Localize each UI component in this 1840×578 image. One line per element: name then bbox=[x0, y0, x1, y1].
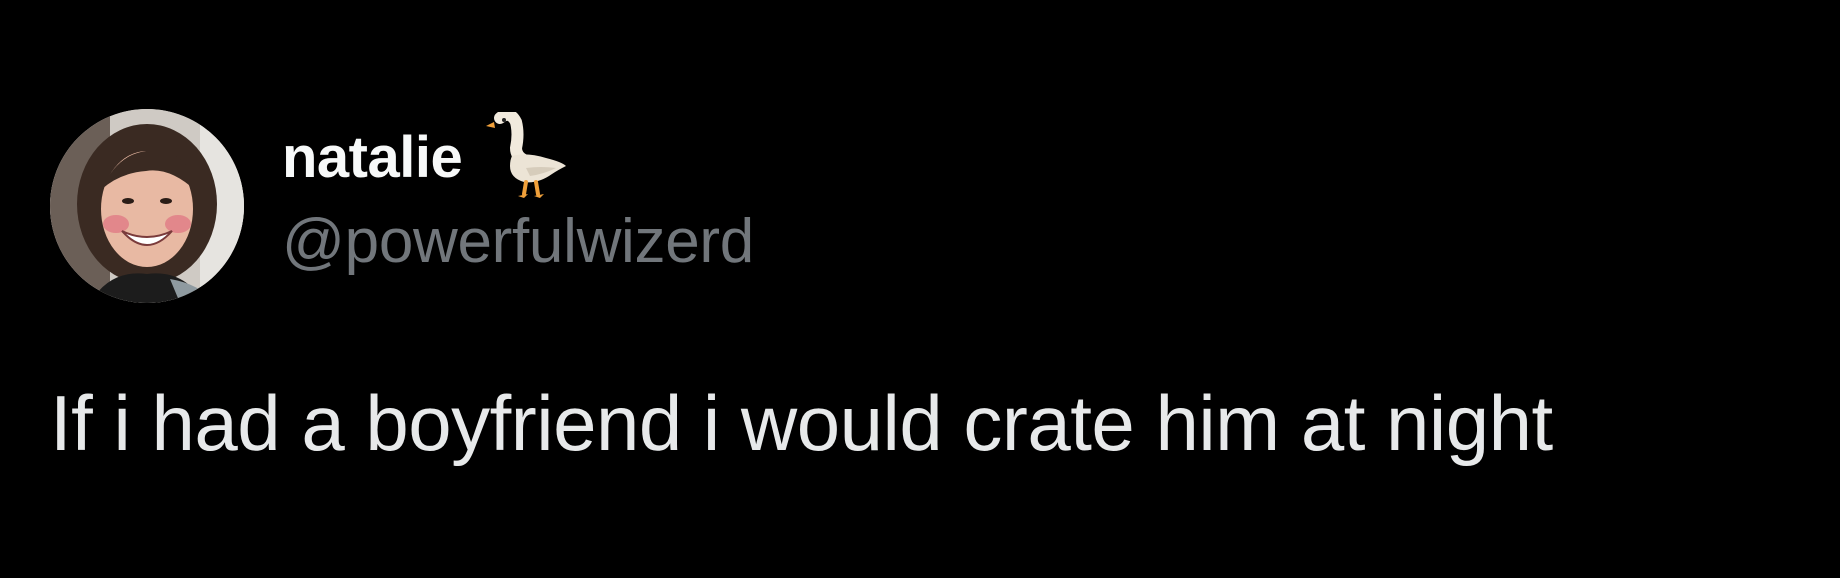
name-row: natalie bbox=[282, 108, 754, 202]
tweet-text: If i had a boyfriend i would crate him a… bbox=[50, 379, 1553, 467]
display-name[interactable]: natalie bbox=[282, 124, 463, 191]
goose-icon bbox=[486, 108, 568, 202]
tweet: natalie @powerfulwizerd If i had a boyfr… bbox=[0, 0, 1840, 578]
avatar-photo bbox=[50, 109, 244, 303]
tweet-header: natalie @powerfulwizerd bbox=[282, 108, 754, 277]
handle[interactable]: @powerfulwizerd bbox=[282, 206, 754, 277]
avatar[interactable] bbox=[50, 109, 244, 303]
